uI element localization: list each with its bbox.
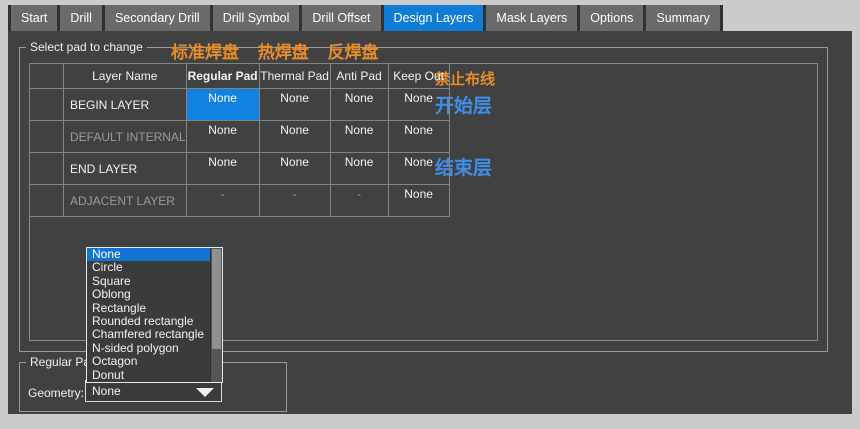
tab-mask-layers[interactable]: Mask Layers [486,5,577,31]
regular-pad-cell[interactable]: None [186,121,259,153]
dropdown-option-rectangle[interactable]: Rectangle [87,302,222,315]
chevron-down-icon[interactable] [196,388,214,397]
annotation-standard-pad: 标准焊盘 [171,43,239,62]
keep-out-cell[interactable]: None [388,121,449,153]
thermal-pad-cell[interactable]: None [259,153,330,185]
select-pad-group-title: Select pad to change [26,40,147,54]
anti-pad-cell[interactable]: None [330,121,388,153]
layer-name-cell[interactable]: END LAYER [64,153,187,185]
dropdown-option-circle[interactable]: Circle [87,261,222,274]
dropdown-option-chamfered-rectangle[interactable]: Chamfered rectangle [87,328,222,341]
table-header-row: Layer Name Regular Pad Thermal Pad Anti … [30,64,450,89]
keep-out-cell[interactable]: None [388,185,449,217]
tab-drill[interactable]: Drill [60,5,102,31]
dropdown-option-donut[interactable]: Donut [87,369,222,382]
dropdown-option-octagon[interactable]: Octagon [87,355,222,368]
layer-name-cell[interactable]: DEFAULT INTERNAL [64,121,187,153]
tab-drill-symbol[interactable]: Drill Symbol [213,5,300,31]
dropdown-option-oblong[interactable]: Oblong [87,288,222,301]
tab-bar: Start Drill Secondary Drill Drill Symbol… [8,5,723,31]
regular-pad-cell[interactable]: None [186,153,259,185]
annotation-anti-pad: 反焊盘 [327,43,378,62]
header-rowhead [30,64,64,89]
layer-name-cell[interactable]: ADJACENT LAYER [64,185,187,217]
table-row: ADJACENT LAYER - - - None [30,185,450,217]
tab-summary[interactable]: Summary [646,5,719,31]
row-selector[interactable] [30,185,64,217]
regular-pad-cell-selected[interactable]: None [186,89,259,121]
table-row: BEGIN LAYER None None None None [30,89,450,121]
tab-start[interactable]: Start [11,5,57,31]
header-anti-pad: Anti Pad [330,64,388,89]
anti-pad-cell[interactable]: None [330,153,388,185]
geometry-dropdown-list: None Circle Square Oblong Rectangle Roun… [86,247,223,383]
design-layers-page: Select pad to change 标准焊盘 热焊盘 反焊盘 禁止布线 开… [8,31,852,414]
tab-drill-offset[interactable]: Drill Offset [302,5,380,31]
dropdown-scrollbar-thumb[interactable] [212,249,221,349]
geometry-label: Geometry: [28,386,84,400]
tab-secondary-drill[interactable]: Secondary Drill [105,5,210,31]
keep-out-cell[interactable]: None [388,89,449,121]
row-selector[interactable] [30,121,64,153]
dropdown-scrollbar[interactable] [210,248,222,382]
thermal-pad-cell[interactable]: None [259,89,330,121]
pad-type-annotations: 标准焊盘 热焊盘 反焊盘 [171,38,392,63]
annotation-thermal-pad: 热焊盘 [258,43,309,62]
header-layer-name: Layer Name [64,64,187,89]
thermal-pad-cell[interactable]: None [259,121,330,153]
pad-settings-window: Start Drill Secondary Drill Drill Symbol… [0,0,860,429]
header-thermal-pad: Thermal Pad [259,64,330,89]
anti-pad-cell[interactable]: None [330,89,388,121]
row-selector[interactable] [30,153,64,185]
table-row: END LAYER None None None None [30,153,450,185]
geometry-combobox[interactable]: None [85,380,222,402]
dropdown-option-n-sided-polygon[interactable]: N-sided polygon [87,342,222,355]
regular-pad-cell[interactable]: - [186,185,259,217]
dropdown-option-none[interactable]: None [87,248,222,261]
anti-pad-cell[interactable]: - [330,185,388,217]
dropdown-option-rounded-rectangle[interactable]: Rounded rectangle [87,315,222,328]
row-selector[interactable] [30,89,64,121]
header-keep-out: Keep Out [388,64,449,89]
thermal-pad-cell[interactable]: - [259,185,330,217]
layer-name-cell[interactable]: BEGIN LAYER [64,89,187,121]
layers-table: Layer Name Regular Pad Thermal Pad Anti … [29,63,450,217]
tab-design-layers[interactable]: Design Layers [384,5,484,31]
dropdown-option-square[interactable]: Square [87,275,222,288]
tab-options[interactable]: Options [580,5,643,31]
header-regular-pad: Regular Pad [186,64,259,89]
keep-out-cell[interactable]: None [388,153,449,185]
table-row: DEFAULT INTERNAL None None None None [30,121,450,153]
